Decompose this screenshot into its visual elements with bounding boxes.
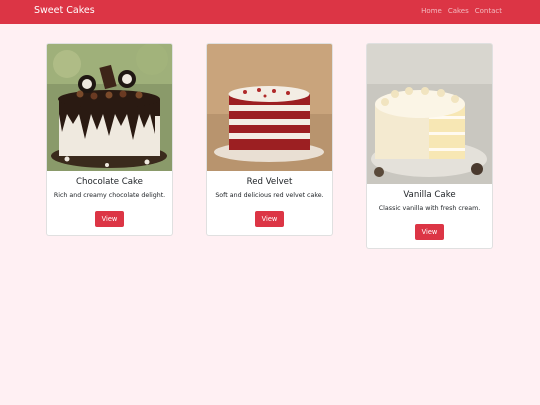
card-body: Chocolate Cake Rich and creamy chocolate… [47,171,172,235]
card-body: Vanilla Cake Classic vanilla with fresh … [367,184,492,248]
card-title: Chocolate Cake [76,177,143,187]
cake-card-chocolate: Chocolate Cake Rich and creamy chocolate… [46,43,173,236]
navbar: Sweet Cakes Home Cakes Contact [0,0,540,24]
card-text: Classic vanilla with fresh cream. [378,205,481,212]
nav-link-cakes[interactable]: Cakes [448,7,469,15]
card-body: Red Velvet Soft and delicious red velvet… [207,171,332,235]
cake-card-red-velvet: Red Velvet Soft and delicious red velvet… [206,43,333,236]
view-button-chocolate[interactable]: View [94,211,125,227]
card-title: Red Velvet [246,177,293,187]
brand-link[interactable]: Sweet Cakes [34,5,95,16]
view-button-red-velvet[interactable]: View [254,211,285,227]
card-text: Soft and delicious red velvet cake. [215,192,324,199]
card-title: Vanilla Cake [403,190,456,200]
view-button-vanilla[interactable]: View [414,224,445,240]
nav-link-home[interactable]: Home [421,7,442,15]
nav-links: Home Cakes Contact [421,7,502,15]
nav-link-contact[interactable]: Contact [475,7,502,15]
cake-card-vanilla: Vanilla Cake Classic vanilla with fresh … [366,43,493,249]
card-text: Rich and creamy chocolate delight. [53,192,166,199]
vanilla-cake-image [367,44,492,184]
chocolate-cake-image [47,44,172,171]
red-velvet-cake-image [207,44,332,171]
